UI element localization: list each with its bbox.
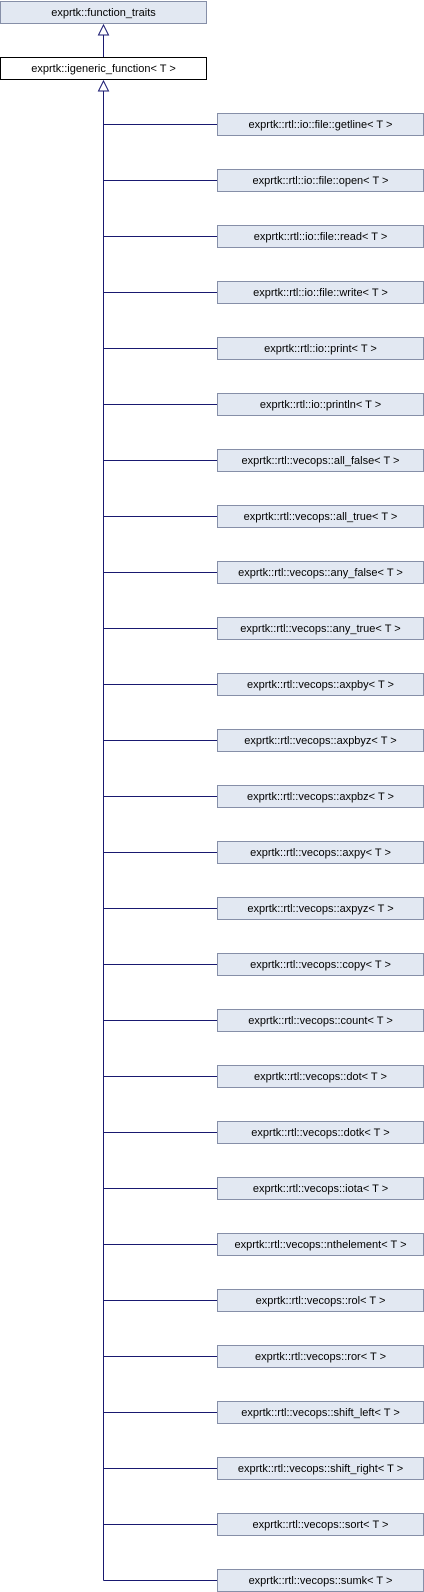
derived-class-node[interactable]: exprtk::rtl::vecops::shift_right< T >	[217, 1457, 424, 1480]
derived-class-node[interactable]: exprtk::rtl::io::file::write< T >	[217, 281, 424, 304]
derived-class-node[interactable]: exprtk::rtl::vecops::axpy< T >	[217, 841, 424, 864]
derived-class-node[interactable]: exprtk::rtl::vecops::dotk< T >	[217, 1121, 424, 1144]
derived-class-node[interactable]: exprtk::rtl::vecops::axpyz< T >	[217, 897, 424, 920]
derived-class-node[interactable]: exprtk::rtl::vecops::ror< T >	[217, 1345, 424, 1368]
base-class-node[interactable]: exprtk::function_traits	[0, 1, 207, 24]
derived-class-node[interactable]: exprtk::rtl::vecops::all_true< T >	[217, 505, 424, 528]
derived-class-node[interactable]: exprtk::rtl::vecops::all_false< T >	[217, 449, 424, 472]
focus-class-node: exprtk::igeneric_function< T >	[0, 57, 207, 80]
derived-class-node[interactable]: exprtk::rtl::vecops::sort< T >	[217, 1513, 424, 1536]
inheritance-diagram: exprtk::function_traits exprtk::igeneric…	[0, 0, 424, 1592]
derived-class-node[interactable]: exprtk::rtl::vecops::any_true< T >	[217, 617, 424, 640]
derived-class-node[interactable]: exprtk::rtl::vecops::any_false< T >	[217, 561, 424, 584]
derived-class-node[interactable]: exprtk::rtl::vecops::axpbyz< T >	[217, 729, 424, 752]
derived-class-node[interactable]: exprtk::rtl::vecops::rol< T >	[217, 1289, 424, 1312]
derived-class-node[interactable]: exprtk::rtl::io::file::read< T >	[217, 225, 424, 248]
derived-class-node[interactable]: exprtk::rtl::vecops::iota< T >	[217, 1177, 424, 1200]
derived-class-node[interactable]: exprtk::rtl::vecops::axpbz< T >	[217, 785, 424, 808]
derived-class-node[interactable]: exprtk::rtl::vecops::shift_left< T >	[217, 1401, 424, 1424]
derived-class-node[interactable]: exprtk::rtl::io::print< T >	[217, 337, 424, 360]
derived-class-node[interactable]: exprtk::rtl::vecops::axpby< T >	[217, 673, 424, 696]
inheritance-arrowhead	[97, 23, 110, 36]
derived-class-node[interactable]: exprtk::rtl::vecops::count< T >	[217, 1009, 424, 1032]
derived-class-node[interactable]: exprtk::rtl::vecops::dot< T >	[217, 1065, 424, 1088]
derived-class-node[interactable]: exprtk::rtl::vecops::nthelement< T >	[217, 1233, 424, 1256]
derived-class-node[interactable]: exprtk::rtl::vecops::copy< T >	[217, 953, 424, 976]
derived-class-node[interactable]: exprtk::rtl::vecops::sumk< T >	[217, 1569, 424, 1592]
derived-class-node[interactable]: exprtk::rtl::io::println< T >	[217, 393, 424, 416]
inheritance-arrowhead	[97, 79, 110, 92]
derived-class-node[interactable]: exprtk::rtl::io::file::open< T >	[217, 169, 424, 192]
derived-class-node[interactable]: exprtk::rtl::io::file::getline< T >	[217, 113, 424, 136]
